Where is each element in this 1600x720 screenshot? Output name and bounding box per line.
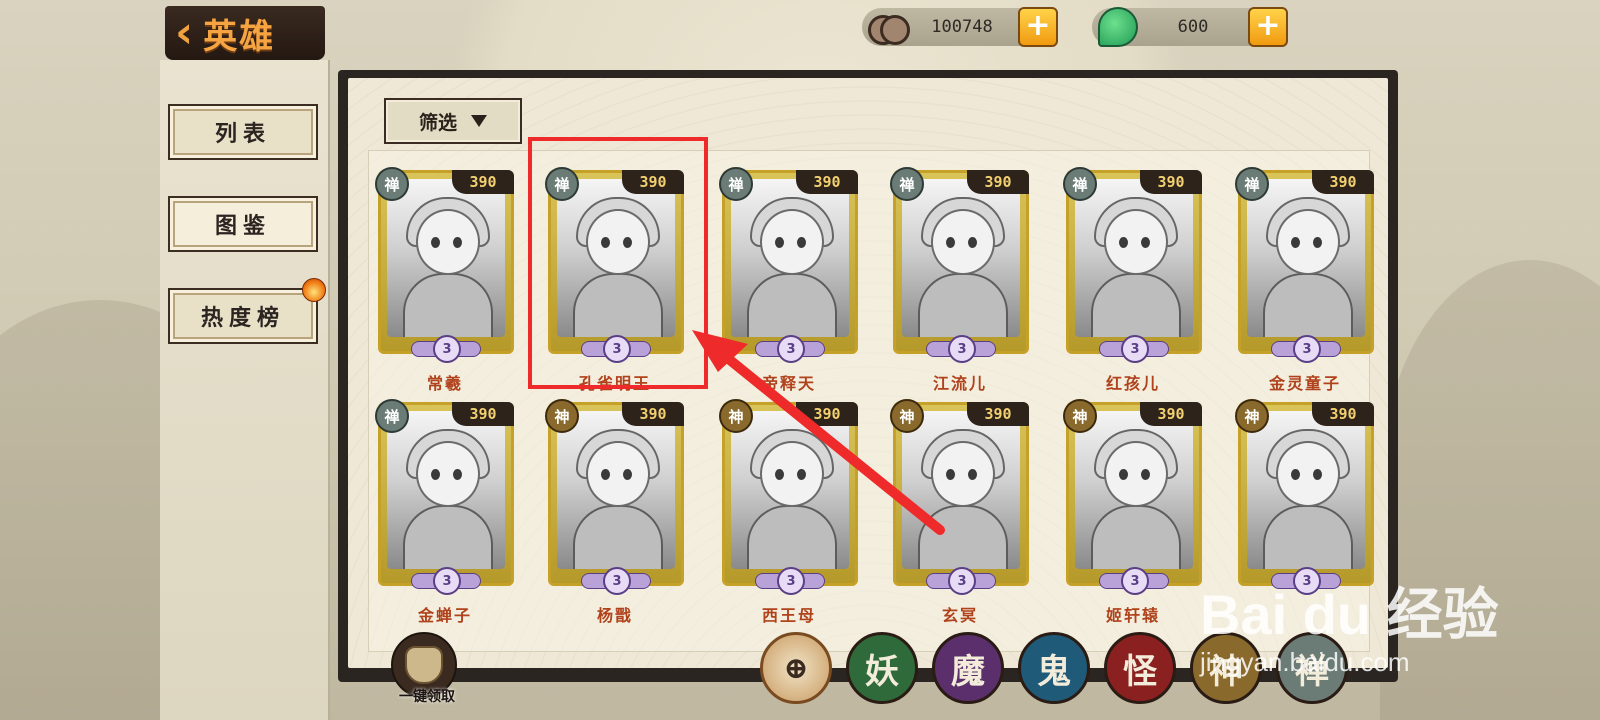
claim-all-label: 一键领取 [399, 689, 455, 705]
tab-label: 鬼 [1037, 651, 1071, 692]
tab-all[interactable]: ⊕ [760, 632, 832, 704]
tab-label: 神 [1209, 651, 1243, 692]
tab-gui[interactable]: 鬼 [1018, 632, 1090, 704]
claim-all-button[interactable]: 一键领取 [383, 632, 467, 716]
tab-label: 怪 [1123, 651, 1157, 692]
tab-guai[interactable]: 怪 [1104, 632, 1176, 704]
tab-yao[interactable]: 妖 [846, 632, 918, 704]
annotation-arrow [692, 330, 945, 535]
tab-shen[interactable]: 神 [1190, 632, 1262, 704]
all-factions-icon: ⊕ [783, 650, 809, 686]
tab-label: 禅 [1295, 651, 1329, 692]
tab-mo[interactable]: 魔 [932, 632, 1004, 704]
faction-tabs: ⊕ 妖 魔 鬼 怪 神 禅 [760, 632, 1348, 706]
tab-chan[interactable]: 禅 [1276, 632, 1348, 704]
tab-label: 魔 [951, 651, 985, 692]
tab-label: 妖 [865, 651, 899, 692]
